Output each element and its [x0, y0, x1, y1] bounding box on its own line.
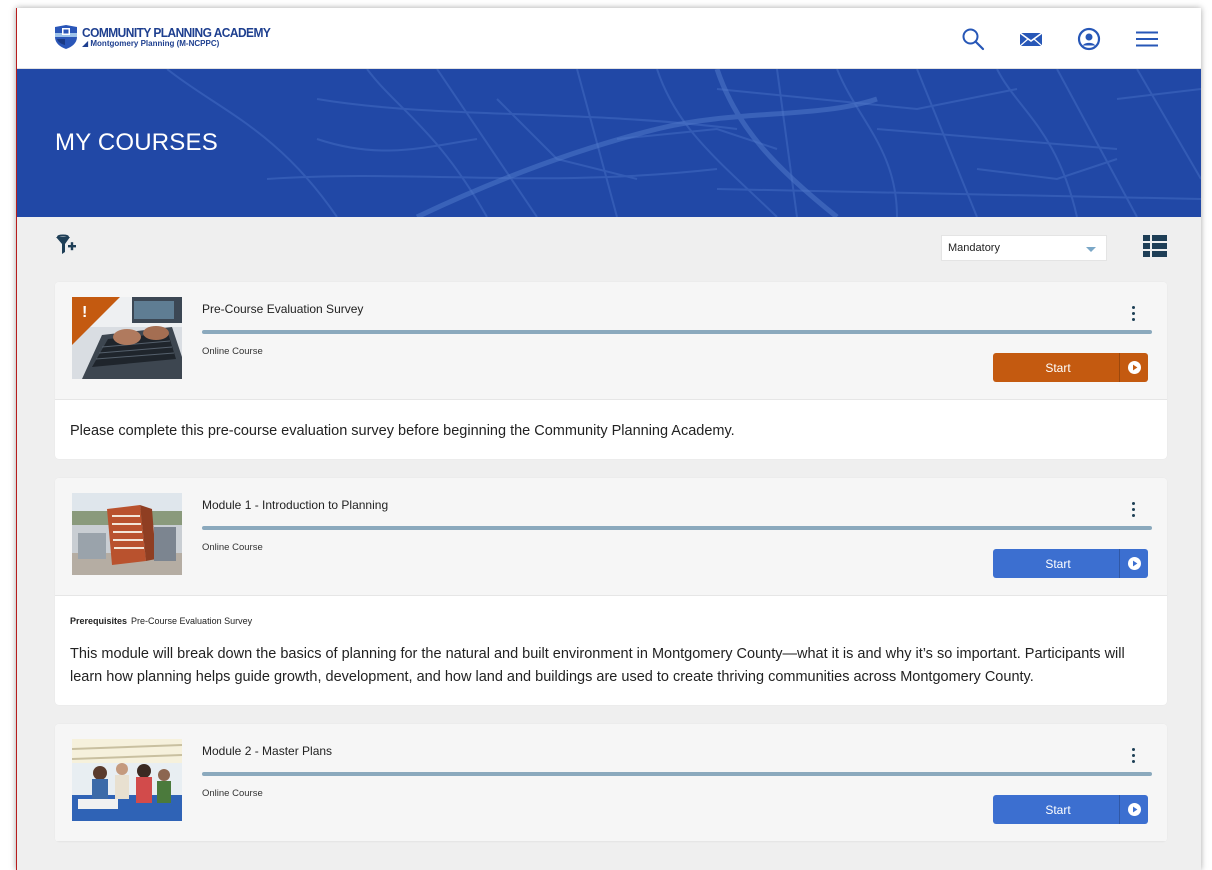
page-banner: MY COURSES: [17, 69, 1201, 217]
chevron-down-icon: [1086, 247, 1096, 252]
start-button[interactable]: Start: [993, 795, 1148, 824]
course-description: This module will break down the basics o…: [70, 646, 1125, 685]
course-type: Online Course: [202, 788, 263, 799]
progress-bar: [202, 526, 1152, 530]
start-button-label: Start: [1045, 360, 1071, 375]
course-filter-value: Mandatory: [948, 242, 1000, 254]
course-body: Prerequisites Pre-Course Evaluation Surve…: [55, 596, 1167, 705]
more-options-icon[interactable]: [1123, 302, 1143, 324]
start-button-label: Start: [1045, 802, 1071, 817]
course-title[interactable]: Module 2 - Master Plans: [202, 744, 332, 758]
start-button[interactable]: Start: [993, 353, 1148, 382]
page: COMMUNITY PLANNING ACADEMY ◢ Montgomery …: [16, 8, 1201, 870]
play-circle-icon: [1119, 353, 1148, 382]
site-header: COMMUNITY PLANNING ACADEMY ◢ Montgomery …: [17, 8, 1201, 69]
course-thumbnail[interactable]: !: [72, 297, 182, 379]
prerequisites-label: Prerequisites: [70, 616, 128, 626]
course-card: Module 2 - Master Plans Online Course St…: [55, 724, 1167, 842]
course-list: ! Pre-Course Evaluation Survey Online Co…: [55, 282, 1167, 861]
list-view-icon[interactable]: [1143, 235, 1167, 257]
filter-add-icon[interactable]: [55, 234, 77, 256]
course-card: ! Pre-Course Evaluation Survey Online Co…: [55, 282, 1167, 459]
prerequisites-value[interactable]: Pre-Course Evaluation Survey: [131, 616, 252, 626]
prerequisites: Prerequisites Pre-Course Evaluation Surve…: [70, 610, 1152, 633]
course-title[interactable]: Pre-Course Evaluation Survey: [202, 302, 363, 316]
course-thumbnail[interactable]: [72, 739, 182, 821]
search-icon[interactable]: [959, 25, 987, 53]
user-circle-icon[interactable]: [1075, 25, 1103, 53]
logo-shield-icon: [55, 25, 77, 49]
course-type: Online Course: [202, 346, 263, 357]
course-description: Please complete this pre-course evaluati…: [70, 423, 735, 439]
course-type: Online Course: [202, 542, 263, 553]
course-card-header: Module 2 - Master Plans Online Course St…: [55, 724, 1167, 842]
progress-bar: [202, 330, 1152, 334]
start-button[interactable]: Start: [993, 549, 1148, 578]
alert-badge: !: [72, 297, 120, 345]
course-title[interactable]: Module 1 - Introduction to Planning: [202, 498, 388, 512]
course-thumbnail[interactable]: [72, 493, 182, 575]
course-card-header: Module 1 - Introduction to Planning Onli…: [55, 478, 1167, 596]
play-circle-icon: [1119, 795, 1148, 824]
course-card: Module 1 - Introduction to Planning Onli…: [55, 478, 1167, 705]
course-toolbar: Mandatory: [17, 217, 1201, 281]
logo-subtitle: ◢ Montgomery Planning (M-NCPPC): [82, 39, 220, 48]
mail-icon[interactable]: [1017, 25, 1045, 53]
more-options-icon[interactable]: [1123, 744, 1143, 766]
course-filter-select[interactable]: Mandatory: [941, 235, 1107, 261]
course-card-header: ! Pre-Course Evaluation Survey Online Co…: [55, 282, 1167, 400]
svg-text:!: !: [82, 304, 87, 321]
start-button-label: Start: [1045, 556, 1071, 571]
play-circle-icon: [1119, 549, 1148, 578]
page-title: MY COURSES: [55, 129, 218, 156]
site-logo[interactable]: COMMUNITY PLANNING ACADEMY ◢ Montgomery …: [53, 24, 287, 50]
logo-title: COMMUNITY PLANNING ACADEMY: [82, 25, 271, 40]
hamburger-menu-icon[interactable]: [1133, 25, 1161, 53]
more-options-icon[interactable]: [1123, 498, 1143, 520]
progress-bar: [202, 772, 1152, 776]
